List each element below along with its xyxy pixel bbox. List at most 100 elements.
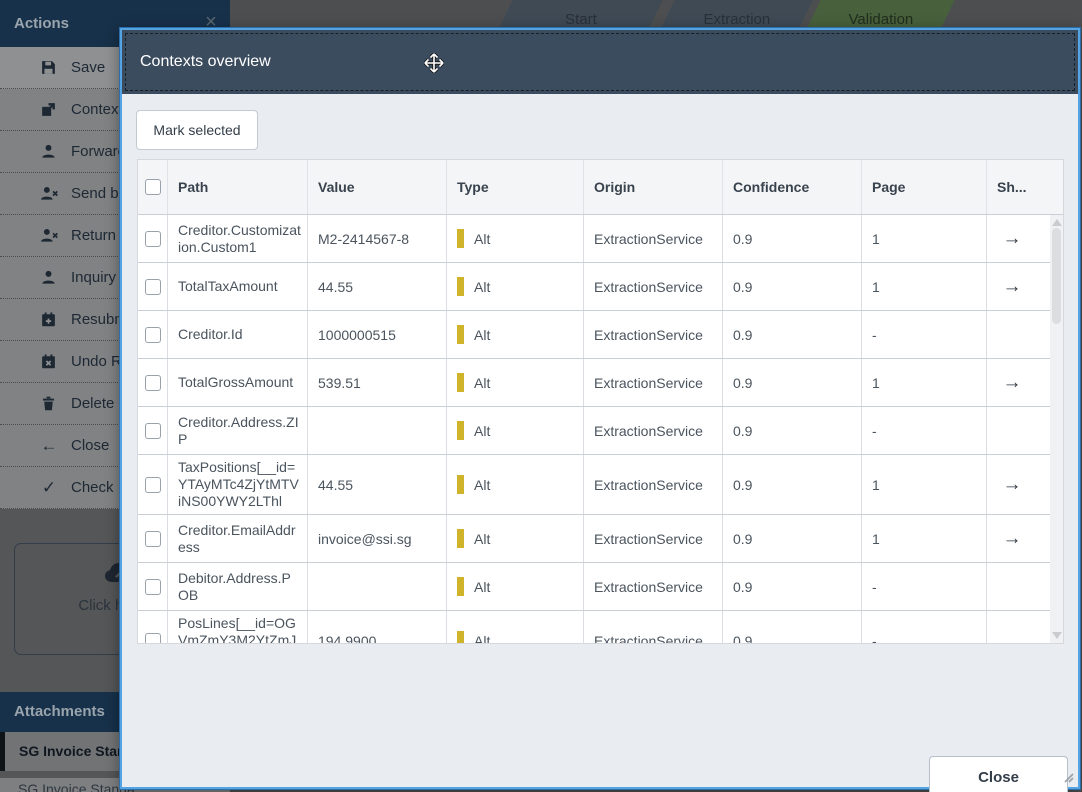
- show-arrow-icon[interactable]: →: [1003, 528, 1022, 550]
- show-arrow-icon[interactable]: →: [1003, 228, 1022, 250]
- action-item-label: Save: [71, 59, 106, 76]
- cell-origin: ExtractionService: [584, 263, 723, 310]
- save-icon: [40, 59, 58, 77]
- type-label: Alt: [474, 422, 491, 439]
- column-header-path[interactable]: Path: [168, 160, 308, 214]
- column-header-value[interactable]: Value: [308, 160, 447, 214]
- cell-path: Creditor.Customization.Custom1: [168, 215, 308, 262]
- cell-confidence: 0.9: [723, 311, 862, 358]
- row-checkbox[interactable]: [144, 530, 161, 547]
- cell-origin: ExtractionService: [584, 455, 723, 514]
- type-label: Alt: [474, 374, 491, 391]
- person-remove-icon: [40, 185, 58, 203]
- cell-type: Alt: [447, 263, 584, 310]
- type-indicator-bar: [457, 475, 464, 494]
- column-header-page[interactable]: Page: [862, 160, 987, 214]
- action-item-label: Forward: [71, 143, 127, 160]
- cell-value: 44.55: [308, 263, 447, 310]
- type-label: Alt: [474, 326, 491, 343]
- table-row[interactable]: TotalTaxAmount 44.55 Alt ExtractionService 0…: [138, 263, 1063, 311]
- cell-type: Alt: [447, 515, 584, 562]
- row-checkbox[interactable]: [144, 278, 161, 295]
- type-indicator-bar: [457, 325, 464, 344]
- cell-show: →: [987, 359, 1037, 406]
- cell-value: 194.9900: [308, 611, 447, 643]
- column-header-type[interactable]: Type: [447, 160, 584, 214]
- type-indicator-bar: [457, 631, 464, 643]
- calendar-x-icon: [40, 353, 58, 371]
- action-item-label: Check: [71, 479, 114, 496]
- resize-handle-icon[interactable]: [1060, 769, 1074, 783]
- scrollbar-thumb[interactable]: [1052, 228, 1061, 324]
- cell-show: [987, 311, 1037, 358]
- table-body: Creditor.Customization.Custom1 M2-2414567…: [138, 215, 1063, 643]
- row-checkbox-cell: [138, 263, 168, 310]
- table-row[interactable]: PosLines[__id=OGVmZmY3M2YtZmJmOS00NGFkLW…: [138, 611, 1063, 643]
- table-row[interactable]: Creditor.EmailAddress invoice@ssi.sg Alt Ex…: [138, 515, 1063, 563]
- person-remove-icon: [40, 227, 58, 245]
- workflow-step-label: Extraction: [703, 11, 771, 28]
- cell-page: 1: [862, 215, 987, 262]
- cell-path: Creditor.EmailAddress: [168, 515, 308, 562]
- cell-value: invoice@ssi.sg: [308, 515, 447, 562]
- row-checkbox[interactable]: [144, 632, 161, 643]
- type-indicator-bar: [457, 373, 464, 392]
- row-checkbox[interactable]: [144, 422, 161, 439]
- dialog-body: Mark selected Path Value Type Origin Con…: [122, 94, 1078, 792]
- cell-show: →: [987, 215, 1037, 262]
- dialog-close-button[interactable]: Close: [929, 756, 1068, 792]
- check-icon: ✓: [41, 477, 57, 497]
- column-header-origin[interactable]: Origin: [584, 160, 723, 214]
- person-icon: [40, 143, 58, 161]
- cell-type: Alt: [447, 611, 584, 643]
- show-arrow-icon[interactable]: →: [1003, 276, 1022, 298]
- cell-confidence: 0.9: [723, 263, 862, 310]
- table-row[interactable]: TaxPositions[__id=YTAyMTc4ZjYtMTViNS00YW…: [138, 455, 1063, 515]
- row-checkbox[interactable]: [144, 326, 161, 343]
- show-arrow-icon[interactable]: →: [1003, 474, 1022, 496]
- table-row[interactable]: Debitor.Address.POB Alt ExtractionService 0…: [138, 563, 1063, 611]
- row-checkbox-cell: [138, 455, 168, 514]
- row-checkbox[interactable]: [144, 230, 161, 247]
- action-item-label: Inquiry: [71, 269, 117, 286]
- cell-confidence: 0.9: [723, 515, 862, 562]
- cell-page: -: [862, 563, 987, 610]
- cell-confidence: 0.9: [723, 611, 862, 643]
- row-checkbox-cell: [138, 407, 168, 454]
- row-checkbox-cell: [138, 563, 168, 610]
- row-checkbox[interactable]: [144, 374, 161, 391]
- vertical-scrollbar[interactable]: [1050, 215, 1063, 643]
- table-row[interactable]: Creditor.Address.ZIP Alt ExtractionService…: [138, 407, 1063, 455]
- actions-panel-title: Actions: [14, 15, 70, 32]
- show-arrow-icon[interactable]: →: [1003, 372, 1022, 394]
- select-all-checkbox[interactable]: [144, 179, 161, 195]
- cell-path: TaxPositions[__id=YTAyMTc4ZjYtMTViNS00YW…: [168, 455, 308, 514]
- cell-value: [308, 563, 447, 610]
- table-row[interactable]: Creditor.Customization.Custom1 M2-2414567…: [138, 215, 1063, 263]
- column-header-confidence[interactable]: Confidence: [723, 160, 862, 214]
- cell-path: Debitor.Address.POB: [168, 563, 308, 610]
- column-header-show[interactable]: Sh...: [987, 160, 1037, 214]
- cell-type: Alt: [447, 407, 584, 454]
- type-label: Alt: [474, 476, 491, 493]
- cell-type: Alt: [447, 311, 584, 358]
- table-row[interactable]: Creditor.Id 1000000515 Alt ExtractionServic…: [138, 311, 1063, 359]
- cell-value: 1000000515: [308, 311, 447, 358]
- dialog-header[interactable]: Contexts overview: [122, 30, 1078, 94]
- scroll-up-icon[interactable]: [1052, 219, 1062, 226]
- cell-value: M2-2414567-8: [308, 215, 447, 262]
- table-row[interactable]: TotalGrossAmount 539.51 Alt ExtractionServi…: [138, 359, 1063, 407]
- row-checkbox[interactable]: [144, 476, 161, 493]
- cell-path: Creditor.Address.ZIP: [168, 407, 308, 454]
- row-checkbox[interactable]: [144, 578, 161, 595]
- scroll-down-icon[interactable]: [1052, 632, 1062, 639]
- cell-type: Alt: [447, 359, 584, 406]
- type-label: Alt: [474, 530, 491, 547]
- attachments-panel-title: Attachments: [14, 703, 105, 720]
- cell-page: -: [862, 611, 987, 643]
- move-cursor-icon: [422, 51, 446, 80]
- cell-origin: ExtractionService: [584, 215, 723, 262]
- contexts-table: Path Value Type Origin Confidence Page S…: [137, 159, 1064, 644]
- mark-selected-button[interactable]: Mark selected: [136, 110, 258, 150]
- header-spacer: [1037, 160, 1051, 214]
